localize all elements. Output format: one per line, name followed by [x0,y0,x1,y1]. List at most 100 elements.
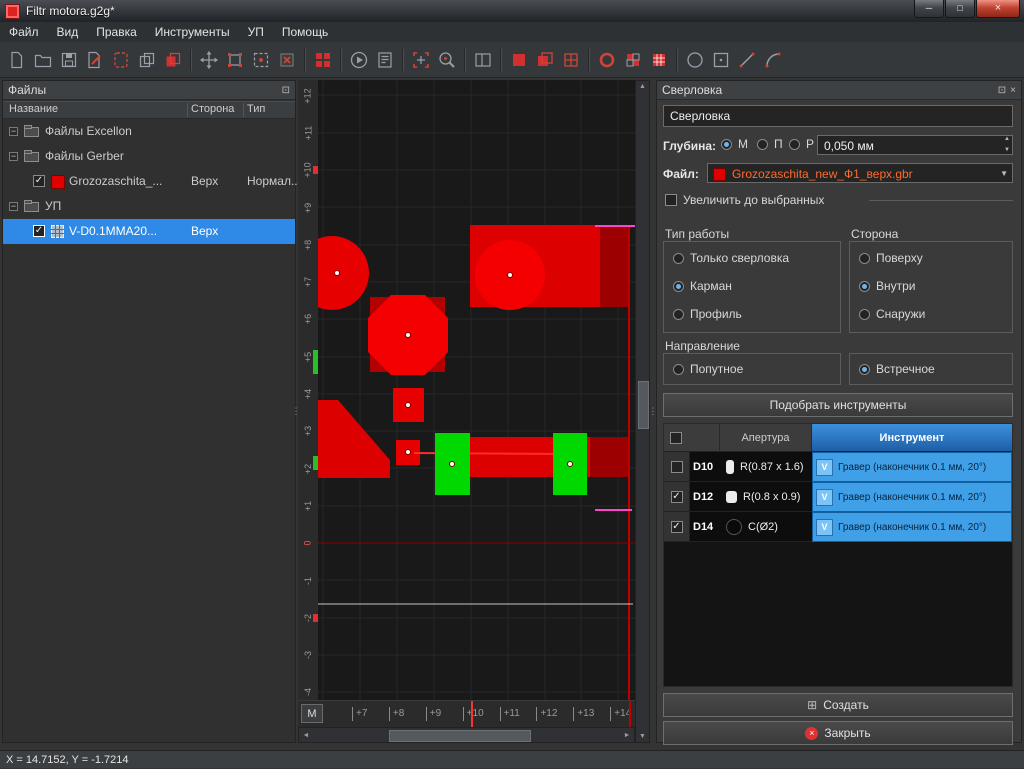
collapse-icon[interactable]: − [9,127,18,136]
horizontal-scroll-thumb[interactable] [389,730,531,742]
tree-row-gerber-file[interactable]: ✓ Grozozaschita_... Верх Нормал... [3,169,295,194]
tool-row-d10[interactable]: ✓ D10 R(0.87 x 1.6) VГравер (наконечник … [664,452,1012,482]
edit-document-icon[interactable] [82,47,108,73]
select-region-icon[interactable] [248,47,274,73]
zoom-to-selected-checkbox[interactable]: ✓ Увеличить до выбранных [665,193,824,207]
side-outside[interactable]: Снаружи [859,307,925,321]
work-type-pocket[interactable]: Карман [673,279,732,293]
scroll-up-icon[interactable]: ▲ [636,83,649,90]
menu-item[interactable]: Вид [48,22,88,42]
tree-row-up[interactable]: − УП [3,194,295,219]
column-type[interactable]: Тип [247,103,265,115]
tool-row-d14[interactable]: ✓ D14 C(Ø2) VГравер (наконечник 0.1 мм, … [664,512,1012,542]
column-side[interactable]: Сторона [191,103,234,115]
minimize-button[interactable]: ─ [914,0,944,18]
transform-tool-icon[interactable] [222,47,248,73]
close-panel-icon[interactable]: × [1010,85,1016,96]
spin-up-icon[interactable]: ▲ [1004,136,1010,142]
scroll-right-icon[interactable]: ► [622,732,632,739]
tool-row-d12[interactable]: ✓ D12 R(0.8 x 0.9) VГравер (наконечник 0… [664,482,1012,512]
layer-top-icon[interactable] [506,47,532,73]
header-checkbox-cell[interactable]: ✓ [664,424,720,452]
files-panel-header: Файлы ⊡ [3,81,295,100]
depth-mode-p[interactable]: П [757,137,783,151]
depth-mode-m[interactable]: М [721,137,748,151]
tool-name: Гравер (наконечник 0.1 мм, 20°) [838,492,986,503]
draw-circle-icon[interactable] [682,47,708,73]
depth-spinbox[interactable]: 0,050 мм ▲ ▼ [817,135,1013,155]
layer-grid-icon[interactable] [558,47,584,73]
direction-climb[interactable]: Попутное [673,362,743,376]
layer-pair-icon[interactable] [532,47,558,73]
new-file-icon[interactable] [4,47,30,73]
array-copy-icon[interactable] [310,47,336,73]
menu-item[interactable]: Помощь [273,22,337,42]
vertical-scroll-thumb[interactable] [638,381,649,429]
layer-visible-checkbox[interactable]: ✓ [33,175,45,187]
work-type-label: Тип работы [665,227,729,241]
maximize-button[interactable]: □ [945,0,975,18]
close-dialog-button[interactable]: × Закрыть [663,721,1013,745]
row-checkbox[interactable]: ✓ [671,521,683,533]
close-button[interactable]: × [976,0,1020,18]
scroll-left-icon[interactable]: ◄ [301,732,311,739]
units-button[interactable]: М [301,704,323,723]
pad-grid-icon[interactable] [646,47,672,73]
find-drills-icon[interactable] [434,47,460,73]
file-combobox[interactable]: Grozozaschita_new_Ф1_верх.gbr ▼ [707,163,1013,183]
header-tool[interactable]: Инструмент [812,424,1012,452]
pad-ring-icon[interactable] [594,47,620,73]
save-icon[interactable] [56,47,82,73]
center-view-icon[interactable] [408,47,434,73]
tree-row-excellon[interactable]: − Файлы Excellon [3,119,295,144]
side-inside[interactable]: Внутри [859,279,916,293]
pad-checker-icon[interactable] [620,47,646,73]
create-button[interactable]: ⊞ Создать [663,693,1013,717]
work-type-profile[interactable]: Профиль [673,307,742,321]
row-checkbox[interactable]: ✓ [671,491,683,503]
side-over[interactable]: Поверху [859,251,923,265]
scroll-down-icon[interactable]: ▼ [636,733,649,740]
tool-cell[interactable]: VГравер (наконечник 0.1 мм, 20°) [812,452,1012,482]
collapse-icon[interactable]: − [9,202,18,211]
float-panel-icon[interactable]: ⊡ [282,85,290,96]
menu-item[interactable]: Файл [0,22,48,42]
direction-conventional[interactable]: Встречное [859,362,935,376]
header-aperture[interactable]: Апертура [720,424,812,452]
depth-mode-r[interactable]: Р [789,137,814,151]
tree-row-up-file-selected[interactable]: ✓ V-D0.1MMA20... Верх [3,219,295,244]
copy-icon[interactable] [134,47,160,73]
menu-item[interactable]: Правка [87,22,146,42]
draw-line-icon[interactable] [734,47,760,73]
move-tool-icon[interactable] [196,47,222,73]
operation-name-input[interactable] [663,105,1013,127]
panels-icon[interactable] [470,47,496,73]
h-ruler-label: +9 [426,707,463,721]
delete-region-icon[interactable] [274,47,300,73]
tree-row-gerber[interactable]: − Файлы Gerber [3,144,295,169]
float-panel-icon[interactable]: ⊡ [998,85,1006,96]
tool-cell[interactable]: VГравер (наконечник 0.1 мм, 20°) [812,482,1012,512]
folder-icon [24,152,39,162]
collapse-icon[interactable]: − [9,152,18,161]
spin-down-icon[interactable]: ▼ [1004,147,1010,153]
menu-item[interactable]: УП [239,22,273,42]
draw-arc-icon[interactable] [760,47,786,73]
draw-rect-icon[interactable] [708,47,734,73]
dropdown-icon[interactable]: ▼ [1000,169,1008,178]
run-program-icon[interactable] [346,47,372,73]
work-type-drill-only[interactable]: Только сверловка [673,251,789,265]
h-ruler-label: +13 [573,707,610,721]
column-name[interactable]: Название [9,103,58,115]
menu-item[interactable]: Инструменты [146,22,239,42]
pick-tools-button[interactable]: Подобрать инструменты [663,393,1013,417]
row-checkbox[interactable]: ✓ [671,461,683,473]
open-file-icon[interactable] [30,47,56,73]
copy-red-layers-icon[interactable] [160,47,186,73]
tool-cell[interactable]: VГравер (наконечник 0.1 мм, 20°) [812,512,1012,542]
program-enabled-checkbox[interactable]: ✓ [33,225,45,237]
horizontal-scrollbar[interactable]: ◄ ► [298,727,635,743]
pcb-viewport[interactable] [318,80,635,700]
paste-special-icon[interactable] [108,47,134,73]
report-icon[interactable] [372,47,398,73]
